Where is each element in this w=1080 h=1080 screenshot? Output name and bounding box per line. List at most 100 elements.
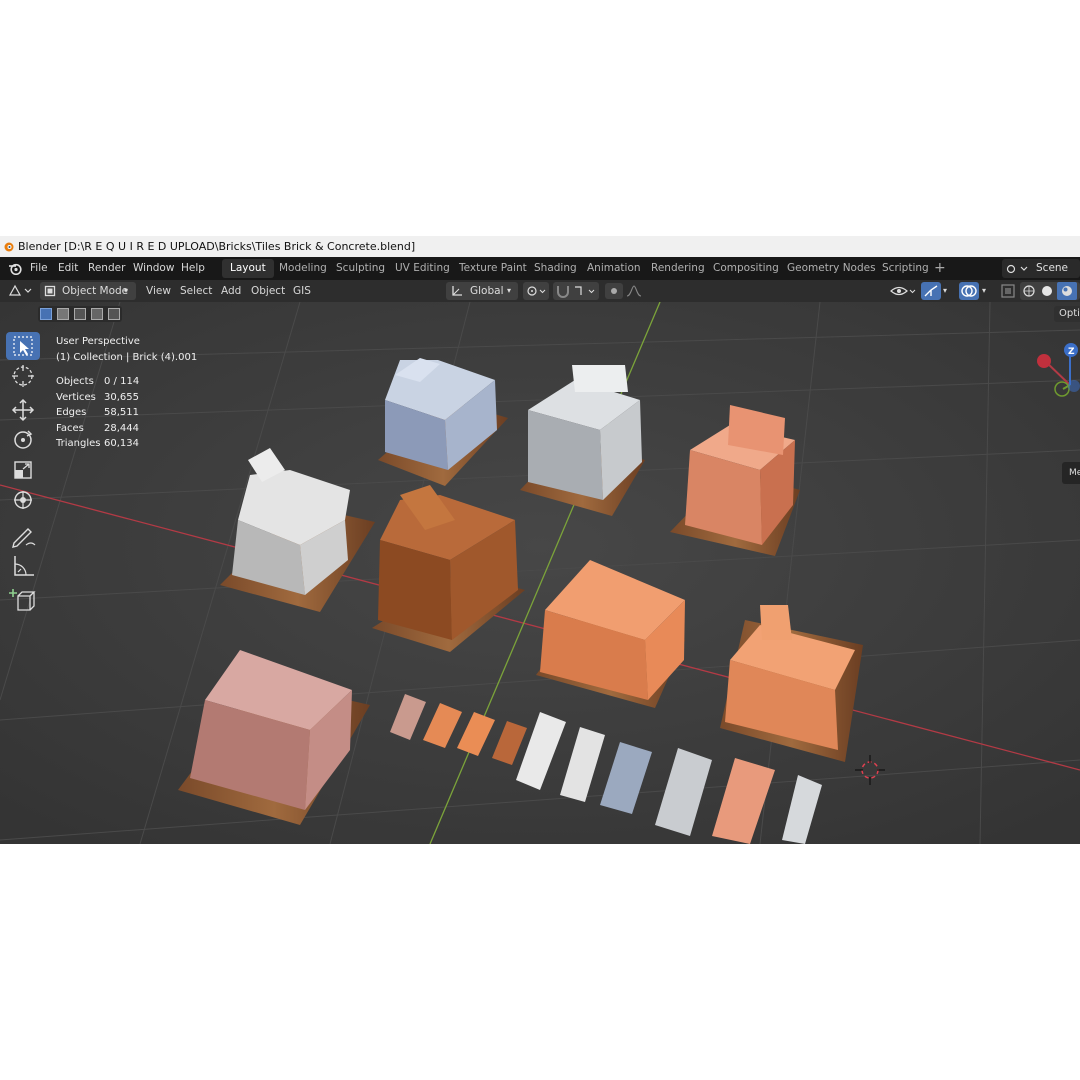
viewport-header: Object Mode ▾ View Select Add Object GIS…	[0, 280, 1080, 302]
editor-type-button[interactable]	[6, 282, 34, 300]
select-invert-icon[interactable]	[91, 308, 103, 320]
tab-sculpting[interactable]: Sculpting	[336, 259, 385, 278]
stat-row: Edges 58,511	[56, 405, 196, 421]
tool-measure[interactable]	[6, 552, 40, 580]
overlay-icon	[961, 285, 977, 297]
stat-row: Objects 0 / 114	[56, 374, 196, 390]
chevron-down-icon[interactable]: ▾	[982, 280, 986, 302]
add-workspace-icon[interactable]: +	[934, 259, 946, 278]
measure-icon	[14, 556, 34, 576]
stat-value: 28,444	[104, 422, 139, 434]
tool-cursor[interactable]	[6, 362, 40, 390]
tab-texture-paint[interactable]: Texture Paint	[459, 259, 527, 278]
blender-menu-icon[interactable]	[8, 262, 22, 275]
scene-statistics: Objects 0 / 114 Vertices 30,655 Edges 58,51…	[56, 374, 196, 452]
menu-view[interactable]: View	[146, 280, 171, 302]
top-menu-bar: File Edit Render Window Help Layout Mode…	[0, 257, 1080, 280]
tab-modeling[interactable]: Modeling	[279, 259, 327, 278]
selection-mode-buttons	[38, 306, 122, 322]
active-collection: (1) Collection | Brick (4).001	[56, 351, 198, 363]
select-new-icon[interactable]	[40, 308, 52, 320]
editor-type-icon	[8, 284, 32, 296]
gizmo-toggle[interactable]	[921, 282, 941, 300]
scale-icon	[14, 461, 32, 479]
tab-layout[interactable]: Layout	[222, 259, 274, 278]
overlay-toggle[interactable]	[959, 282, 979, 300]
shading-mode-icons[interactable]	[1020, 282, 1080, 300]
menu-window[interactable]: Window	[133, 257, 174, 280]
tool-transform[interactable]	[6, 486, 40, 514]
move-icon	[11, 398, 35, 422]
tab-shading[interactable]: Shading	[534, 259, 577, 278]
tab-geometry-nodes[interactable]: Geometry Nodes	[787, 259, 876, 278]
transform-icon	[14, 491, 32, 509]
viewport-info: User Perspective (1) Collection | Brick …	[56, 334, 197, 365]
menu-help[interactable]: Help	[181, 257, 205, 280]
tool-move[interactable]	[6, 396, 40, 424]
gizmo-icon	[924, 285, 938, 297]
tab-animation[interactable]: Animation	[587, 259, 641, 278]
pivot-point-dropdown[interactable]	[523, 282, 549, 300]
proportional-edit-icon	[605, 283, 642, 299]
shading-modes[interactable]	[1020, 282, 1080, 300]
stat-value: 60,134	[104, 438, 139, 449]
orientation-label: Global	[470, 285, 504, 297]
tool-add-cube[interactable]	[6, 586, 40, 614]
xray-icon	[1001, 284, 1015, 298]
stat-value: 58,511	[104, 407, 139, 418]
menu-object[interactable]: Object	[251, 280, 285, 302]
window-title-bar: Blender [D:\R E Q U I R E D UPLOAD\Brick…	[0, 236, 1080, 257]
sidebar-tab-label: Me	[1069, 468, 1080, 478]
select-extend-icon[interactable]	[57, 308, 69, 320]
chevron-down-icon: ▾	[507, 286, 512, 295]
cursor-icon	[12, 365, 34, 387]
chevron-down-icon[interactable]: ▾	[943, 280, 947, 302]
mode-dropdown[interactable]: Object Mode ▾	[40, 282, 136, 300]
menu-file[interactable]: File	[30, 257, 48, 280]
stat-row: Faces 28,444	[56, 421, 196, 437]
stat-label: Edges	[56, 407, 87, 418]
transform-orientation-dropdown[interactable]: Global ▾	[446, 282, 518, 300]
eye-icon	[890, 286, 916, 296]
stat-label: Objects	[56, 376, 94, 387]
rotate-icon	[14, 430, 33, 449]
snap-magnet-icon	[557, 286, 595, 298]
select-intersect-icon[interactable]	[108, 308, 120, 320]
menu-select[interactable]: Select	[180, 280, 212, 302]
svg-text:Z: Z	[1068, 347, 1075, 357]
options-dropdown[interactable]: Optio	[1054, 306, 1080, 322]
tool-rotate[interactable]	[6, 426, 40, 454]
tab-uv-editing[interactable]: UV Editing	[395, 259, 450, 278]
select-subtract-icon[interactable]	[74, 308, 86, 320]
tab-scripting[interactable]: Scripting	[882, 259, 929, 278]
orientation-axes-icon	[452, 286, 462, 296]
proportional-editing-toggle[interactable]	[603, 282, 649, 300]
snap-dropdown[interactable]	[553, 282, 599, 300]
tab-rendering[interactable]: Rendering	[651, 259, 705, 278]
xray-toggle[interactable]	[998, 282, 1018, 300]
mode-label: Object Mode	[62, 285, 129, 297]
tool-annotate[interactable]	[6, 522, 40, 550]
tab-compositing[interactable]: Compositing	[713, 259, 779, 278]
select-box-icon	[13, 336, 33, 356]
stat-row: Vertices 30,655	[56, 390, 196, 406]
annotate-icon	[12, 528, 36, 548]
menu-edit[interactable]: Edit	[58, 257, 78, 280]
menu-gis[interactable]: GIS	[293, 280, 311, 302]
tool-scale[interactable]	[6, 456, 40, 484]
menu-render[interactable]: Render	[88, 257, 125, 280]
stat-value: 30,655	[104, 391, 139, 403]
pivot-icon	[527, 286, 546, 296]
stat-label: Faces	[56, 422, 84, 434]
menu-add[interactable]: Add	[221, 280, 241, 302]
visibility-dropdown[interactable]	[888, 282, 918, 300]
add-cube-icon	[9, 589, 36, 611]
stat-label: Triangles	[56, 438, 101, 449]
options-label: Optio	[1059, 308, 1080, 319]
tool-select-box[interactable]	[6, 332, 40, 360]
scene-icon	[1006, 264, 1028, 274]
stat-row: Triangles 60,134	[56, 436, 196, 452]
stat-value: 0 / 114	[104, 376, 140, 387]
sidebar-tab[interactable]: Me	[1062, 462, 1080, 484]
scene-selector[interactable]: Scene	[1002, 259, 1080, 278]
